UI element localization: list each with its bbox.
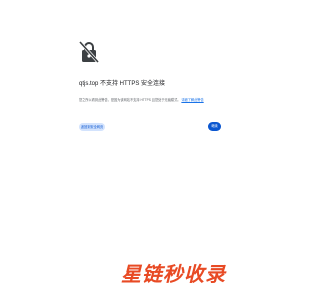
description-text: 您之所以看到此警告，是因为该网站不支持 HTTPS 且您处于无痕模式。 <box>79 98 181 102</box>
learn-more-link[interactable]: 详细了解此警告 <box>181 98 203 102</box>
watermark-logo: 星链秒收录 <box>121 264 226 286</box>
back-to-safety-button[interactable]: 返回到安全网页 <box>79 123 105 131</box>
page-title: qtjs.top 不支持 HTTPS 安全连接 <box>79 81 166 87</box>
lock-off-icon <box>79 40 99 64</box>
continue-button[interactable]: 继续 <box>208 122 221 131</box>
warning-description: 您之所以看到此警告，是因为该网站不支持 HTTPS 且您处于无痕模式。 详细了解… <box>79 98 204 103</box>
page: qtjs.top 不支持 HTTPS 安全连接 您之所以看到此警告，是因为该网站… <box>0 0 300 300</box>
